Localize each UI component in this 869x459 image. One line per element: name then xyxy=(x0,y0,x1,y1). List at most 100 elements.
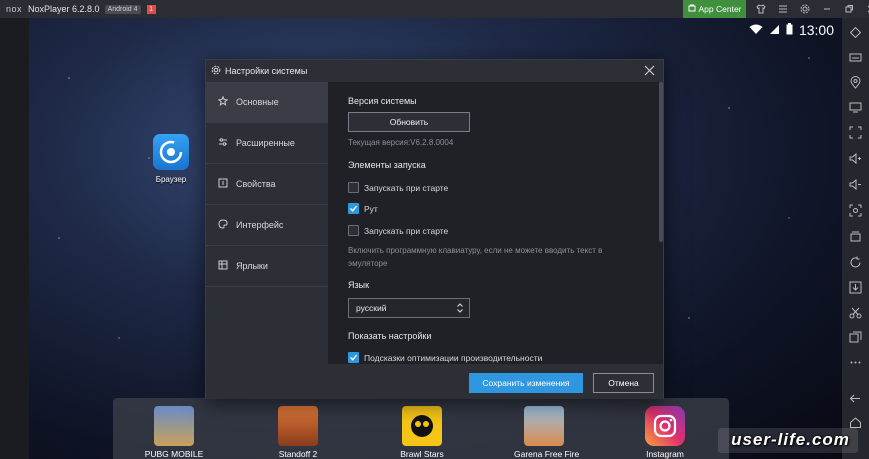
multi-window-icon[interactable] xyxy=(849,331,862,344)
screenshot-icon[interactable] xyxy=(849,204,862,217)
save-button[interactable]: Сохранить изменения xyxy=(469,373,583,393)
multi-instance-icon[interactable] xyxy=(849,230,862,243)
nav-label: Расширенные xyxy=(236,138,295,148)
nav-label: Интерфейс xyxy=(236,220,284,230)
keyboard-icon[interactable] xyxy=(849,51,862,64)
browser-label: Браузер xyxy=(155,175,187,184)
checkbox-perf-tips[interactable]: Подсказки оптимизации производительности xyxy=(348,352,542,363)
status-bar: 13:00 xyxy=(749,22,834,38)
screen-icon[interactable] xyxy=(849,101,862,114)
dock-app-label: Garena Free Fire xyxy=(514,449,580,459)
dialog-title-bar: Настройки системы xyxy=(206,60,663,82)
info-icon xyxy=(218,178,228,190)
scrollbar-thumb[interactable] xyxy=(659,82,663,242)
grid-icon xyxy=(218,260,228,272)
dock-app-label: Standoff 2 xyxy=(278,449,318,459)
app-title: NoxPlayer 6.2.8.0 xyxy=(28,4,100,14)
checkbox[interactable] xyxy=(348,182,359,193)
volume-up-icon[interactable] xyxy=(849,152,862,165)
checkbox-label: Подсказки оптимизации производительности xyxy=(364,352,543,363)
settings-dialog: Настройки системы Основные Расширенные С… xyxy=(205,59,664,399)
show-settings-section-title: Показать настройки xyxy=(348,331,432,341)
store-icon xyxy=(688,4,696,14)
dock-app-free-fire[interactable]: Garena Free Fire xyxy=(514,406,580,459)
nav-item-advanced[interactable]: Расширенные xyxy=(206,123,328,164)
language-value: русский xyxy=(356,303,387,313)
instagram-icon xyxy=(645,406,685,446)
restore-icon[interactable] xyxy=(838,0,860,18)
current-version: Текущая версия:V6.2.8.0004 xyxy=(348,138,454,147)
dock-app-instagram[interactable]: Instagram xyxy=(635,406,695,459)
checkbox[interactable] xyxy=(348,225,359,236)
browser-icon xyxy=(153,134,189,170)
app-center-label: App Center xyxy=(698,4,742,14)
checkbox-autostart[interactable]: Запускать при старте xyxy=(348,182,448,193)
language-section-title: Язык xyxy=(348,280,370,290)
keyboard-hint: Включить программную клавиатуру, если не… xyxy=(348,246,603,268)
dock-app-standoff[interactable]: Standoff 2 xyxy=(268,406,328,459)
window-controls xyxy=(750,0,869,18)
checkbox-root[interactable]: Рут xyxy=(348,203,378,214)
watermark: user-life.com xyxy=(731,430,850,449)
app-dock: PUBG MOBILE Standoff 2 Brawl Stars Garen… xyxy=(113,398,729,459)
nav-label: Ярлыки xyxy=(236,261,268,271)
checkbox-label: Запускать при старте xyxy=(364,182,449,193)
nav-label: Свойства xyxy=(236,179,276,189)
browser-app[interactable]: Браузер xyxy=(151,134,191,184)
free-fire-icon xyxy=(524,406,564,446)
dock-app-label: Brawl Stars xyxy=(400,449,444,459)
tshirt-icon[interactable] xyxy=(750,0,772,18)
battery-icon xyxy=(786,22,793,38)
scissors-icon[interactable] xyxy=(849,306,862,319)
gear-icon xyxy=(211,65,221,77)
menu-icon[interactable] xyxy=(772,0,794,18)
palette-icon xyxy=(218,219,228,231)
gear-icon[interactable] xyxy=(794,0,816,18)
dialog-close-icon[interactable] xyxy=(643,64,656,77)
language-select[interactable]: русский xyxy=(348,298,470,318)
dialog-footer: Сохранить изменения Отмена xyxy=(206,364,663,399)
nav-item-basic[interactable]: Основные xyxy=(206,82,328,123)
checkbox-label: Запускать при старте xyxy=(364,225,449,236)
update-button[interactable]: Обновить xyxy=(348,112,470,132)
nav-label: Основные xyxy=(236,97,279,107)
location-icon[interactable] xyxy=(849,76,862,89)
minimize-icon[interactable] xyxy=(816,0,838,18)
nox-logo: nox xyxy=(6,4,23,14)
checkbox-checked[interactable] xyxy=(348,352,359,363)
clock: 13:00 xyxy=(798,22,834,38)
dock-app-label: PUBG MOBILE xyxy=(144,449,204,459)
signal-icon xyxy=(769,22,780,38)
nav-item-interface[interactable]: Интерфейс xyxy=(206,205,328,246)
pubg-icon xyxy=(154,406,194,446)
android-version-badge: Android 4 xyxy=(104,4,141,14)
shake-icon[interactable] xyxy=(849,26,862,39)
notification-badge[interactable]: 1 xyxy=(146,4,156,14)
checkbox-label: Рут xyxy=(364,203,378,214)
dialog-title: Настройки системы xyxy=(225,66,308,76)
scrollbar[interactable] xyxy=(659,82,663,364)
cancel-button[interactable]: Отмена xyxy=(593,373,654,393)
chevron-updown-icon xyxy=(456,302,464,316)
rotate-icon[interactable] xyxy=(849,256,862,269)
sliders-icon xyxy=(218,137,228,149)
dock-app-pubg[interactable]: PUBG MOBILE xyxy=(144,406,204,459)
nav-item-properties[interactable]: Свойства xyxy=(206,164,328,205)
install-apk-icon[interactable] xyxy=(849,281,862,294)
more-icon[interactable] xyxy=(849,356,862,369)
brawl-stars-icon xyxy=(402,406,442,446)
close-icon[interactable] xyxy=(860,0,869,18)
dock-app-label: Instagram xyxy=(646,449,684,459)
star-icon xyxy=(217,95,229,108)
nav-item-shortcuts[interactable]: Ярлыки xyxy=(206,246,328,287)
app-center-button[interactable]: App Center xyxy=(683,0,746,18)
checkbox-keyboard[interactable]: Запускать при старте xyxy=(348,225,448,236)
wifi-icon xyxy=(749,22,763,38)
settings-content: Версия системы Обновить Текущая версия:V… xyxy=(328,82,663,364)
back-icon[interactable] xyxy=(849,392,862,405)
standoff-icon xyxy=(278,406,318,446)
volume-down-icon[interactable] xyxy=(849,178,862,191)
fullscreen-icon[interactable] xyxy=(849,126,862,139)
dock-app-brawl-stars[interactable]: Brawl Stars xyxy=(392,406,452,459)
checkbox-checked[interactable] xyxy=(348,203,359,214)
